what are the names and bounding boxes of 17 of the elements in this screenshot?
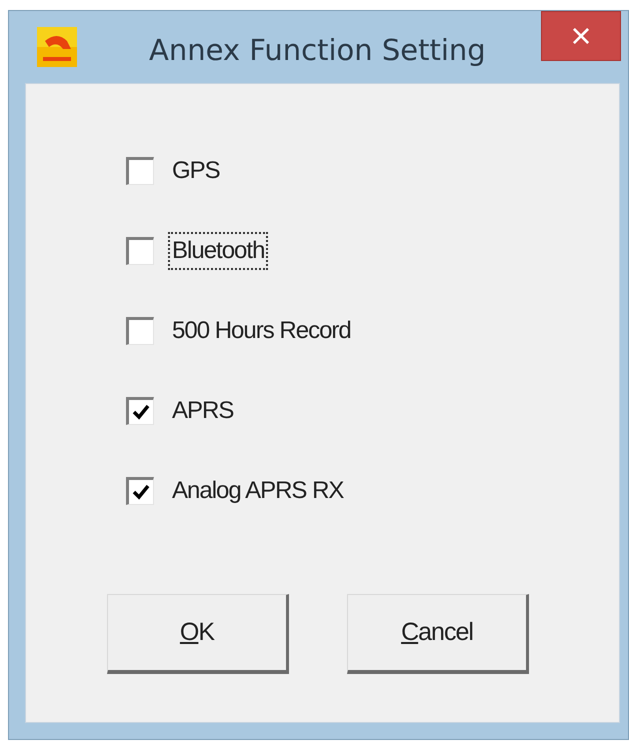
dialog-button[interactable]: OK [107, 594, 289, 674]
app-logo-icon [37, 27, 77, 67]
window-title: Annex Function Setting [149, 33, 486, 67]
close-button[interactable]: × [541, 11, 621, 61]
checkbox[interactable] [126, 397, 154, 425]
checkbox-label[interactable]: 500 Hours Record [168, 312, 355, 350]
checkbox-label[interactable]: Bluetooth [168, 232, 268, 270]
checkbox[interactable] [126, 237, 154, 265]
checkbox-label[interactable]: APRS [168, 392, 238, 430]
checkbox[interactable] [126, 157, 154, 185]
checkmark-icon [131, 402, 151, 422]
checkbox[interactable] [126, 477, 154, 505]
dialog-button[interactable]: Cancel [347, 594, 529, 674]
checkbox-label[interactable]: Analog APRS RX [168, 472, 348, 510]
checkbox-label[interactable]: GPS [168, 152, 224, 190]
checkbox[interactable] [126, 317, 154, 345]
checkmark-icon [131, 482, 151, 502]
